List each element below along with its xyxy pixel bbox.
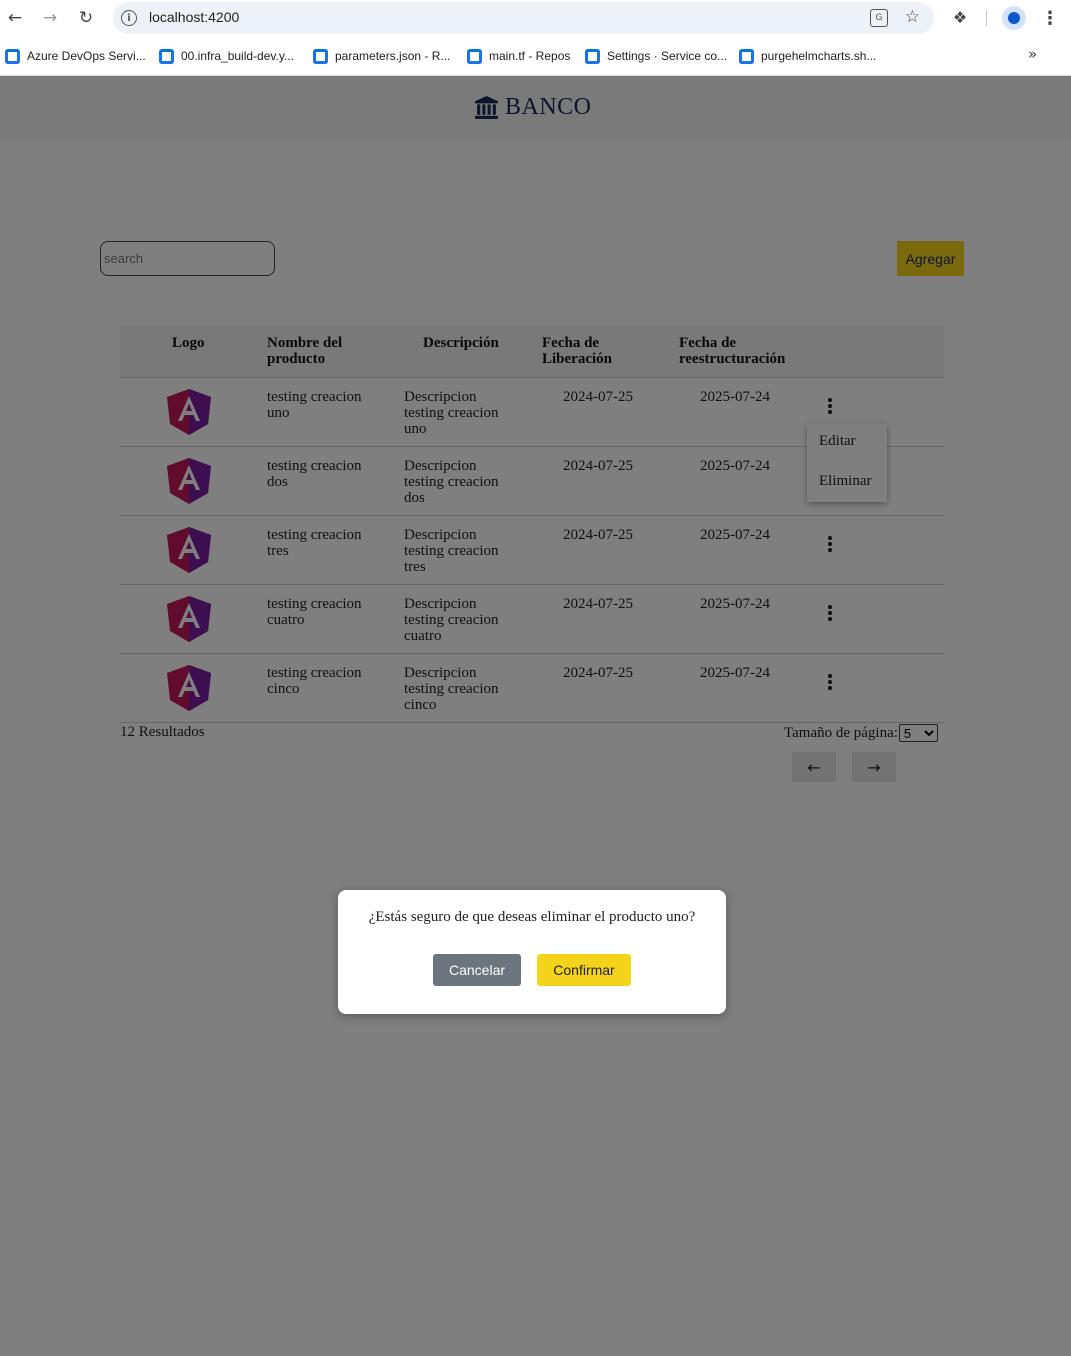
azure-devops-icon [739,48,754,64]
azure-devops-icon [313,48,328,64]
browser-menu-icon[interactable]: ⋮ [1040,6,1060,30]
url-text[interactable]: localhost:4200 [149,9,239,25]
confirm-button[interactable]: Confirmar [537,954,631,986]
back-icon[interactable]: ← [3,6,27,30]
bookmark-item[interactable]: Settings · Service co... [585,47,727,65]
browser-toolbar: ← → ↻ i localhost:4200 G ☆ ❖ ⋮ [0,0,1071,36]
bookmarks-bar: Azure DevOps Servi... 00.infra_build-dev… [0,36,1071,76]
translate-icon[interactable]: G [870,9,888,27]
azure-devops-icon [159,48,174,64]
modal-backdrop[interactable] [0,76,1071,1356]
bookmark-item[interactable]: main.tf - Repos [467,47,570,65]
toolbar-divider [986,10,987,26]
profile-icon[interactable] [1002,6,1026,30]
azure-devops-icon [467,48,482,64]
extensions-icon[interactable]: ❖ [949,6,971,28]
bookmark-item[interactable]: purgehelmcharts.sh... [739,47,876,65]
bookmark-star-icon[interactable]: ☆ [905,7,920,27]
more-bookmarks-icon[interactable]: » [1028,45,1037,63]
delete-confirm-modal: ¿Estás seguro de que deseas eliminar el … [338,890,726,1014]
reload-icon[interactable]: ↻ [74,6,98,30]
site-info-icon[interactable]: i [121,10,137,26]
bookmark-item[interactable]: Azure DevOps Servi... [5,47,146,65]
cancel-button[interactable]: Cancelar [433,954,521,986]
modal-message: ¿Estás seguro de que deseas eliminar el … [368,909,696,925]
bookmark-item[interactable]: 00.infra_build-dev.y... [159,47,294,65]
address-bar[interactable]: i localhost:4200 G ☆ [113,2,934,34]
azure-devops-icon [5,48,20,64]
bookmark-item[interactable]: parameters.json - R... [313,47,450,65]
forward-icon[interactable]: → [38,6,62,30]
azure-devops-icon [585,48,600,64]
